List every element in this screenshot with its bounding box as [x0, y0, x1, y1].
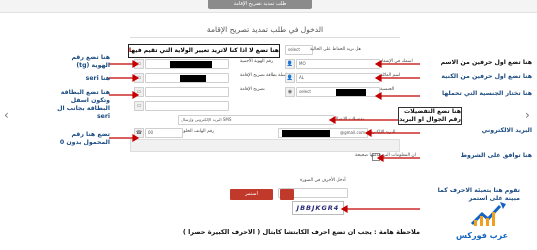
annotation-arrows [109, 48, 420, 214]
annotation-name: هنا تضع اول حرفين من الاسم [440, 59, 532, 66]
captcha-note: ملاحظة هامة : يجب ان تضع احرف الكابتشا ك… [182, 228, 420, 236]
forex-chart-icon [470, 202, 506, 226]
brand-logo-text: عرب فوركس [456, 231, 509, 240]
annotation-contact: هنا تضع التفضيلات رقم الجوال او البريد [398, 107, 462, 125]
annotation-seri: هنا seri [85, 75, 110, 82]
annotation-phone: تضع هنا رقم المحمول بدون 0 [59, 131, 110, 146]
annotation-nationality: هنا تختار الجنسية التي تحملها [441, 90, 532, 97]
annotation-terms: هنا توافق على الشروط [460, 152, 532, 159]
annotation-id: هنا تضع رقم الهوية (tg) [71, 54, 110, 69]
annotation-card: هنا تضع البطاقة وتكون اسفل البطاقة بجانب… [57, 89, 110, 120]
annotation-email: البريد الالكتروني [481, 127, 532, 134]
annotation-surname: هنا تضع اول حرفين من الكنية [441, 73, 532, 80]
